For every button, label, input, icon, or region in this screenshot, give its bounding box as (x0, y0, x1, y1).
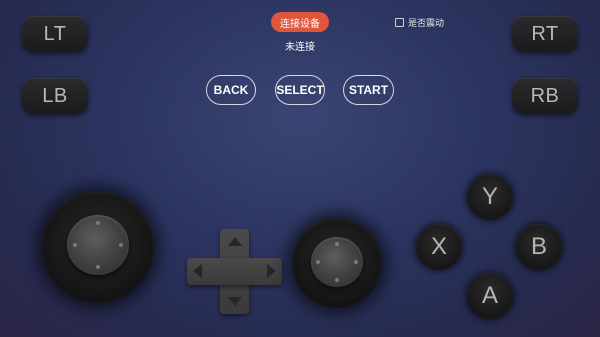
left-joystick[interactable] (42, 191, 154, 303)
start-button[interactable]: START (343, 75, 394, 105)
connect-device-button[interactable]: 连接设备 (271, 12, 329, 32)
rb-button[interactable]: RB (512, 78, 578, 114)
left-joystick-nub-left (73, 243, 77, 247)
right-joystick-nub-left (316, 260, 320, 264)
right-joystick-nub-right (354, 260, 358, 264)
dpad-down-icon[interactable] (228, 297, 242, 306)
left-joystick-nub-right (119, 243, 123, 247)
connection-status: 未连接 (285, 42, 315, 53)
left-joystick-nub-top (96, 221, 100, 225)
lb-button[interactable]: LB (22, 78, 88, 114)
right-joystick-thumb[interactable] (311, 237, 363, 287)
vibrate-label: 是否震动 (408, 17, 445, 28)
x-button[interactable]: X (416, 224, 462, 270)
dpad-left-icon[interactable] (193, 264, 202, 278)
right-joystick[interactable] (292, 218, 382, 308)
y-button[interactable]: Y (467, 174, 513, 220)
rt-button[interactable]: RT (512, 16, 578, 52)
lt-button[interactable]: LT (22, 16, 88, 52)
right-joystick-nub-bottom (335, 278, 339, 282)
b-button[interactable]: B (516, 224, 562, 270)
vibrate-toggle[interactable]: 是否震动 (395, 15, 444, 29)
gamepad-screen: LT LB RT RB 连接设备 未连接 是否震动 BACK SELECT ST… (0, 0, 600, 337)
select-button[interactable]: SELECT (275, 75, 325, 105)
a-button[interactable]: A (467, 273, 513, 319)
dpad-right-icon[interactable] (267, 264, 276, 278)
dpad-up-icon[interactable] (228, 237, 242, 246)
left-joystick-thumb[interactable] (67, 215, 129, 275)
back-button[interactable]: BACK (206, 75, 256, 105)
dpad[interactable] (187, 229, 282, 314)
left-joystick-nub-bottom (96, 265, 100, 269)
right-joystick-nub-top (335, 242, 339, 246)
vibrate-checkbox[interactable] (395, 17, 404, 27)
